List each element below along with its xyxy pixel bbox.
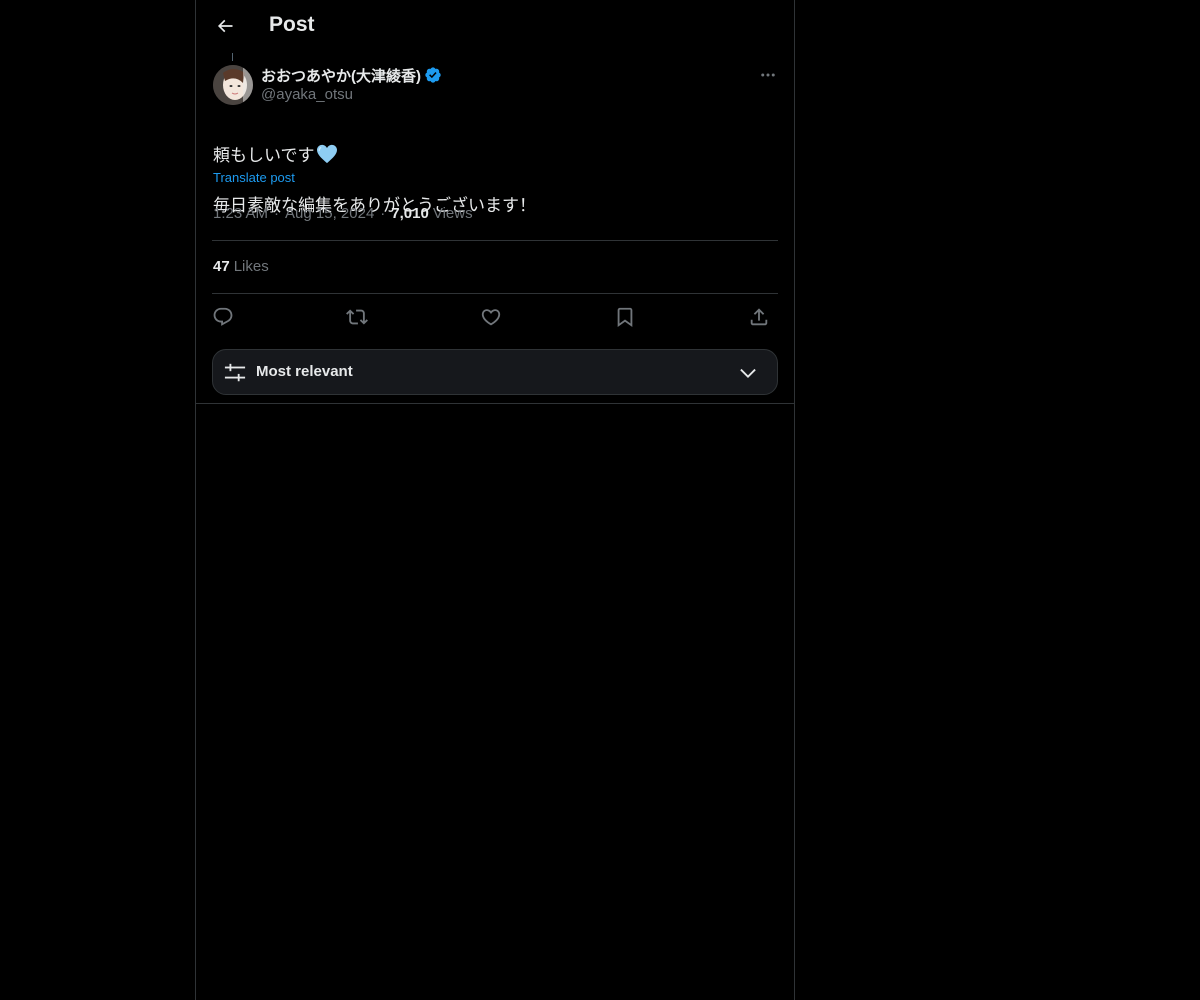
share-icon bbox=[750, 308, 768, 326]
likes-label: Likes bbox=[233, 258, 269, 275]
post-time[interactable]: 1:23 AM bbox=[213, 205, 268, 222]
like-button[interactable] bbox=[476, 302, 506, 332]
avatar-image bbox=[213, 65, 253, 105]
verified-badge-icon[interactable] bbox=[424, 66, 442, 84]
reply-button[interactable] bbox=[208, 302, 238, 332]
divider bbox=[212, 293, 778, 294]
avatar[interactable] bbox=[213, 65, 253, 105]
main-column: Post おおつあやか(大津綾香) @ayaka_otsu 頼もしいです 毎日素… bbox=[195, 0, 795, 1000]
post-metadata: 1:23 AM · Aug 15, 2024 · 7,010 Views bbox=[213, 205, 473, 222]
sort-label: Most relevant bbox=[256, 363, 353, 380]
divider bbox=[212, 240, 778, 241]
share-button[interactable] bbox=[744, 302, 774, 332]
light-blue-heart-icon bbox=[316, 144, 337, 164]
page-title: Post bbox=[269, 13, 315, 36]
thread-connector-line bbox=[232, 53, 233, 61]
post-actions-bar bbox=[212, 302, 778, 332]
post-date[interactable]: Aug 15, 2024 bbox=[285, 205, 374, 222]
meta-separator: · bbox=[380, 205, 386, 222]
section-divider bbox=[196, 403, 794, 404]
meta-separator: · bbox=[274, 205, 280, 222]
reply-icon bbox=[213, 307, 233, 326]
page-header: Post bbox=[196, 0, 794, 53]
author-handle[interactable]: @ayaka_otsu bbox=[261, 86, 442, 103]
views-count: 7,010 bbox=[391, 205, 429, 222]
more-dots-icon bbox=[761, 73, 775, 77]
chevron-down-icon bbox=[740, 368, 756, 378]
heart-icon bbox=[481, 309, 501, 326]
author-display-name[interactable]: おおつあやか(大津綾香) bbox=[261, 65, 421, 86]
display-name-row: おおつあやか(大津綾香) bbox=[261, 64, 442, 86]
bookmark-icon bbox=[617, 307, 633, 328]
sliders-icon bbox=[224, 363, 246, 382]
back-button[interactable] bbox=[208, 9, 242, 43]
reply-sort-dropdown[interactable]: Most relevant bbox=[212, 349, 778, 395]
bookmark-button[interactable] bbox=[610, 302, 640, 332]
more-options-button[interactable] bbox=[754, 64, 782, 86]
likes-stat[interactable]: 47 Likes bbox=[213, 258, 269, 275]
repost-button[interactable] bbox=[342, 302, 372, 332]
arrow-left-icon bbox=[217, 19, 233, 33]
views-label: Views bbox=[432, 205, 473, 222]
likes-count: 47 bbox=[213, 258, 230, 275]
translate-post-link[interactable]: Translate post bbox=[213, 170, 295, 185]
post-text-line-1-text: 頼もしいです bbox=[213, 146, 315, 166]
repost-icon bbox=[346, 309, 368, 325]
post-text-line-1: 頼もしいです bbox=[213, 144, 536, 169]
post-author: おおつあやか(大津綾香) @ayaka_otsu bbox=[261, 64, 442, 103]
